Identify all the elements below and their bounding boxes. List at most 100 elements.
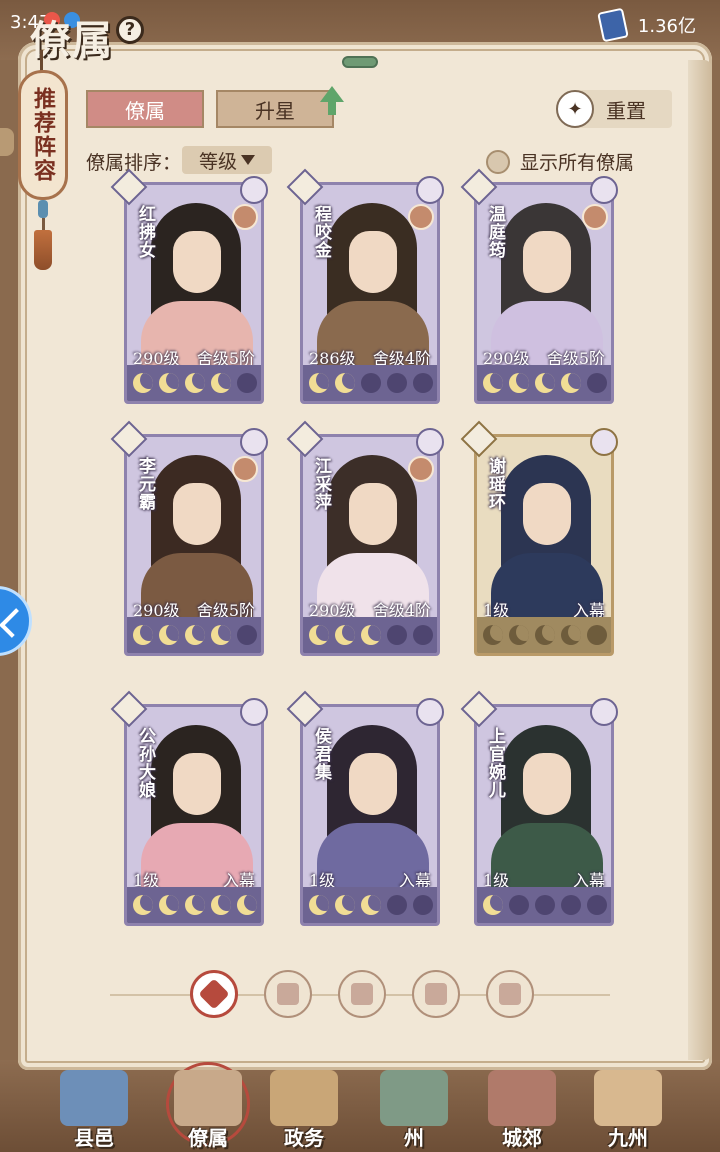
currency-counter: 1.36亿 [637,16,696,37]
reset-icon: ✦ [556,90,594,128]
moon-empty-icon [237,373,257,393]
retainer-card[interactable]: 江采萍 290级 舍级4阶 [286,420,444,656]
reset-button[interactable]: ✦ 重置 [556,90,672,128]
moon-lit-icon [237,895,257,915]
moon-empty-icon [413,625,433,645]
chevron-down-icon [241,155,255,165]
recommended-lineup-button[interactable]: 推荐阵容 [18,70,68,200]
moon-lit-icon [335,625,355,645]
card-frame: 谢瑶环 1级 入幕 [474,434,614,656]
partner-avatar [408,456,434,482]
retainer-card[interactable]: 公孙大娘 1级 入幕 [110,690,268,926]
nav-label: 城郊 [502,1126,542,1150]
retainer-card[interactable]: 上官婉儿 1级 入幕 [460,690,618,926]
filter-faction-2-icon [351,983,373,1005]
star-rating [127,617,261,653]
nav-item[interactable]: 僚属 [160,1062,256,1152]
moon-lit-icon [561,625,581,645]
filter-faction-3-button[interactable] [412,970,460,1018]
partner-avatar [232,456,258,482]
nav-item[interactable]: 九州 [580,1066,676,1152]
moon-lit-icon [159,625,179,645]
nav-item[interactable]: 州 [366,1066,462,1152]
moon-empty-icon [535,895,555,915]
nav-item[interactable]: 政务 [256,1066,352,1152]
role-icon [416,428,444,456]
retainer-card[interactable]: 温庭筠 290级 舍级5阶 [460,168,618,404]
sort-dropdown[interactable]: 等级 [182,146,272,174]
filter-faction-2-button[interactable] [338,970,386,1018]
nav-item[interactable]: 城郊 [474,1066,570,1152]
moon-lit-icon [211,373,231,393]
moon-lit-icon [185,373,205,393]
moon-lit-icon [185,625,205,645]
retainer-card[interactable]: 李元霸 290级 舍级5阶 [110,420,268,656]
nav-icon [594,1070,662,1126]
moon-lit-icon [309,625,329,645]
help-icon[interactable]: ? [116,16,144,44]
retainer-name: 公孙大娘 [135,727,155,799]
star-rating [477,365,611,401]
sort-label: 僚属排序： [86,152,182,174]
retainer-name: 上官婉儿 [485,727,505,799]
star-rating [303,365,437,401]
moon-empty-icon [413,895,433,915]
moon-lit-icon [335,895,355,915]
moon-lit-icon [509,625,529,645]
moon-empty-icon [587,895,607,915]
retainer-name: 程咬金 [311,205,331,259]
show-all-checkbox[interactable] [486,150,510,174]
nav-label: 县邑 [74,1126,114,1150]
star-rating [127,365,261,401]
card-frame: 上官婉儿 1级 入幕 [474,704,614,926]
moon-lit-icon [535,373,555,393]
retainer-name: 温庭筠 [485,205,505,259]
moon-lit-icon [561,373,581,393]
retainer-name: 红拂女 [135,205,155,259]
card-frame: 侯君集 1级 入幕 [300,704,440,926]
retainer-card[interactable]: 谢瑶环 1级 入幕 [460,420,618,656]
role-icon [240,698,268,726]
partner-avatar [408,204,434,230]
filter-faction-4-button[interactable] [486,970,534,1018]
filter-all-button[interactable] [190,970,238,1018]
filter-faction-4-icon [499,983,521,1005]
nav-icon [270,1070,338,1126]
filter-faction-1-icon [277,983,299,1005]
moon-empty-icon [387,625,407,645]
partner-avatar [232,204,258,230]
nav-label: 僚属 [188,1126,228,1150]
retainer-card[interactable]: 红拂女 290级 舍级5阶 [110,168,268,404]
nav-icon [174,1070,242,1126]
retainer-name: 李元霸 [135,457,155,511]
nav-label: 州 [404,1126,424,1150]
role-icon [416,176,444,204]
role-icon [590,428,618,456]
side-drawer-handle[interactable] [0,128,14,156]
tab-retainers[interactable]: 僚属 [86,90,204,128]
filter-faction-3-icon [425,983,447,1005]
sort-value: 等级 [198,150,237,173]
moon-empty-icon [413,373,433,393]
moon-lit-icon [361,895,381,915]
tab-star-up[interactable]: 升星 [216,90,334,128]
book-page-edge [688,60,712,1060]
moon-lit-icon [483,373,503,393]
reset-label: 重置 [606,98,646,123]
retainer-card[interactable]: 程咬金 286级 舍级4阶 [286,168,444,404]
moon-lit-icon [133,895,153,915]
moon-empty-icon [361,373,381,393]
moon-lit-icon [133,373,153,393]
nav-icon [380,1070,448,1126]
role-icon [240,176,268,204]
retainer-name: 江采萍 [311,457,331,511]
nav-label: 九州 [608,1126,648,1150]
moon-empty-icon [561,895,581,915]
retainer-card[interactable]: 侯君集 1级 入幕 [286,690,444,926]
nav-item[interactable]: 县邑 [46,1066,142,1152]
retainer-name: 谢瑶环 [485,457,505,511]
star-rating [303,887,437,923]
filter-faction-1-button[interactable] [264,970,312,1018]
moon-lit-icon [159,895,179,915]
moon-lit-icon [509,373,529,393]
